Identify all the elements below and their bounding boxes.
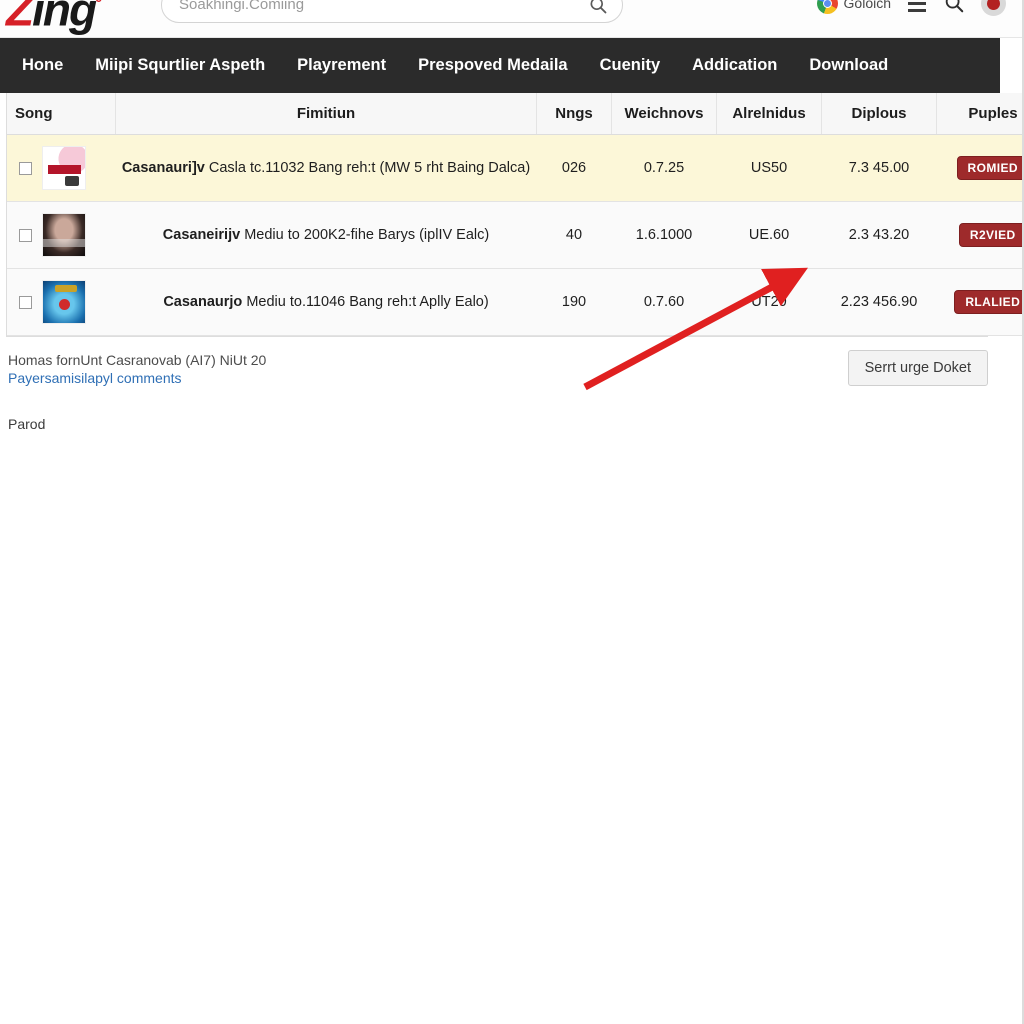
table-row[interactable]: Casanaurjo Mediu to.11046 Bang reh:t Apl…	[7, 268, 1022, 336]
row-checkbox[interactable]	[19, 228, 32, 242]
logo-letter-z: Z	[6, 0, 34, 36]
row-checkbox[interactable]	[19, 161, 32, 175]
chrome-icon[interactable]	[816, 0, 838, 14]
column-header-weichnovs[interactable]: Weichnovs	[611, 93, 717, 135]
nav-item-hone[interactable]: Hone	[6, 56, 79, 75]
songs-table: Song Fimitiun Nngs Weichnovs Alrelnidus …	[7, 93, 1022, 336]
table-body: Casanauri]v Casla tc.11032 Bang reh:t (M…	[7, 134, 1022, 336]
search-box[interactable]: Soakhingi.Comiing	[161, 0, 623, 23]
nav-item-addication[interactable]: Addication	[676, 56, 793, 75]
row-title-rest: Mediu to 200K2-fihe Barys (iplIV Ealc)	[244, 227, 490, 243]
row-title-bold: Casanauri]v	[121, 160, 205, 176]
row-title-bold: Casanaurjo	[163, 294, 243, 310]
row-alrelnidus: UT20	[751, 294, 787, 310]
search-icon[interactable]	[588, 0, 608, 15]
row-alrelnidus: UE.60	[748, 227, 790, 243]
column-header-fimitiun[interactable]: Fimitiun	[115, 93, 537, 135]
row-title-cell: Casaneirijv Mediu to 200K2-fihe Barys (i…	[116, 202, 537, 269]
row-title-rest: Casla tc.11032 Bang reh:t (MW 5 rht Bain…	[208, 160, 531, 176]
row-alrelnidus: US50	[750, 160, 788, 176]
chrome-label: Goloich	[843, 0, 891, 11]
nav-item-miipi-squrtlier-aspeth[interactable]: Miipi Squrtlier Aspeth	[79, 56, 281, 75]
column-header-song[interactable]: Song	[7, 93, 116, 135]
album-thumbnail[interactable]	[42, 213, 86, 257]
browser-toolbar-icons: Goloich	[816, 0, 1006, 18]
column-header-puples[interactable]: Puples	[936, 93, 1022, 135]
table-row[interactable]: Casanauri]v Casla tc.11032 Bang reh:t (M…	[7, 134, 1022, 202]
row-diplous: 7.3 45.00	[848, 160, 910, 176]
table-header-row: Song Fimitiun Nngs Weichnovs Alrelnidus …	[7, 93, 1022, 135]
nav-item-playrement[interactable]: Playrement	[281, 56, 402, 75]
row-song-cell	[7, 269, 116, 336]
songs-table-container: Song Fimitiun Nngs Weichnovs Alrelnidus …	[6, 93, 1022, 337]
avatar[interactable]	[981, 0, 1006, 16]
row-song-cell	[7, 135, 116, 202]
row-puples: ROMIED	[937, 135, 1022, 202]
row-weichnovs: 0.7.60	[643, 294, 685, 310]
submit-docket-button[interactable]: Serrt urge Doket	[847, 350, 988, 386]
row-puples: RLALIED	[937, 269, 1022, 336]
album-thumbnail[interactable]	[42, 146, 86, 190]
row-diplous: 2.3 43.20	[848, 227, 910, 243]
status-badge[interactable]: RLALIED	[954, 290, 1022, 314]
nav-item-download[interactable]: Download	[793, 56, 904, 75]
search-input[interactable]: Soakhingi.Comiing	[179, 0, 304, 13]
status-badge[interactable]: ROMIED	[956, 156, 1022, 180]
column-header-diplous[interactable]: Diplous	[821, 93, 937, 135]
row-weichnovs: 0.7.25	[643, 160, 685, 176]
main-navigation: Hone Miipi Squrtlier Aspeth Playrement P…	[0, 38, 1000, 93]
row-title-rest: Mediu to.11046 Bang reh:t Aplly Ealo)	[246, 294, 489, 310]
row-puples: R2VIED	[937, 202, 1022, 269]
nav-item-cuenity[interactable]: Cuenity	[584, 56, 677, 75]
row-title-bold: Casaneirijv	[162, 227, 241, 243]
row-checkbox[interactable]	[19, 295, 32, 309]
row-nngs: 026	[561, 160, 587, 176]
row-diplous: 2.23 456.90	[840, 294, 918, 310]
page-root: Zing° Soakhingi.Comiing Goloich Hone Mii…	[0, 0, 1024, 1024]
apps-grid-icon[interactable]	[907, 0, 927, 12]
footer-parod-label: Parod	[8, 416, 46, 433]
album-thumbnail[interactable]	[42, 280, 86, 324]
column-header-nngs[interactable]: Nngs	[536, 93, 612, 135]
browser-top-bar: Zing° Soakhingi.Comiing Goloich	[0, 0, 1022, 38]
logo-dot: °	[95, 0, 102, 13]
site-logo[interactable]: Zing°	[6, 0, 102, 36]
table-row[interactable]: Casaneirijv Mediu to 200K2-fihe Barys (i…	[7, 201, 1022, 269]
status-badge[interactable]: R2VIED	[958, 223, 1022, 247]
row-song-cell	[7, 202, 116, 269]
nav-item-prespoved-medaila[interactable]: Prespoved Medaila	[402, 56, 583, 75]
logo-text-ing: ing	[32, 0, 97, 36]
row-title-cell: Casanauri]v Casla tc.11032 Bang reh:t (M…	[116, 135, 537, 202]
row-title-cell: Casanaurjo Mediu to.11046 Bang reh:t Apl…	[116, 269, 537, 336]
footer-comments-link[interactable]: Payersamisilapyl comments	[8, 370, 182, 386]
toolbar-search-icon[interactable]	[943, 0, 965, 14]
column-header-alrelnidus[interactable]: Alrelnidus	[716, 93, 822, 135]
table-header: Song Fimitiun Nngs Weichnovs Alrelnidus …	[7, 93, 1022, 135]
row-nngs: 190	[561, 294, 587, 310]
row-nngs: 40	[565, 227, 583, 243]
row-weichnovs: 1.6.1000	[635, 227, 693, 243]
footer-area: Homas fornUnt Casranovab (AI7) NiUt 20 P…	[8, 350, 998, 432]
